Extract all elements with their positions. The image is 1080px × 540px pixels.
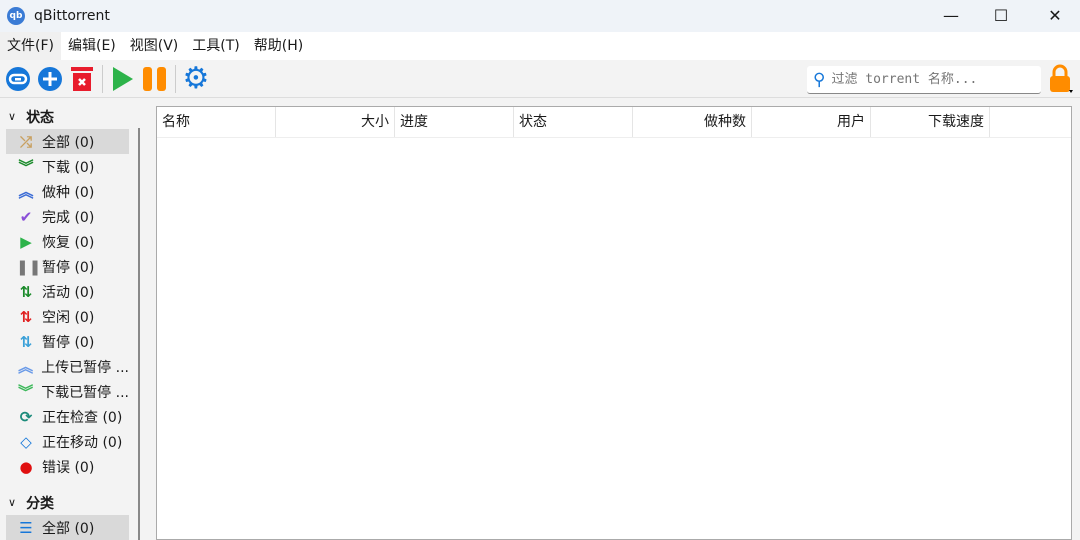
column-peers[interactable]: 用户: [752, 107, 871, 137]
sidebar-scrollbar[interactable]: [138, 128, 140, 540]
minimize-button[interactable]: —: [926, 0, 976, 30]
add-link-button[interactable]: [2, 63, 34, 95]
search-input[interactable]: [831, 72, 1032, 87]
pause-icon: ❚❚: [16, 257, 42, 276]
column-status[interactable]: 状态: [514, 107, 633, 137]
sidebar-item-label: 全部 (0): [42, 134, 95, 151]
sidebar-item[interactable]: ● 错误 (0): [6, 454, 129, 479]
column-size[interactable]: 大小: [276, 107, 395, 137]
search-box[interactable]: ⚲: [807, 66, 1041, 94]
sidebar-item-label: 空闲 (0): [42, 309, 95, 326]
delete-button[interactable]: [66, 63, 98, 95]
sidebar-item[interactable]: ◇ 正在移动 (0): [6, 429, 129, 454]
section-title: 状态: [26, 109, 55, 126]
sidebar-item[interactable]: ⟳ 正在检查 (0): [6, 404, 129, 429]
list-icon: ☰: [19, 518, 33, 537]
sidebar-item-label: 做种 (0): [42, 184, 95, 201]
up-down-arrows-icon: ⇅: [19, 307, 33, 326]
double-chevron-up-icon: ︽: [18, 183, 34, 201]
sidebar-item-label: 下载 (0): [42, 159, 95, 176]
play-icon: ▶: [20, 232, 32, 251]
column-seeds[interactable]: 做种数: [633, 107, 752, 137]
check-icon: ✔: [19, 207, 33, 226]
category-section-header[interactable]: ∨ 分类: [0, 490, 140, 515]
column-download-speed[interactable]: 下载速度: [871, 107, 990, 137]
resume-button[interactable]: [107, 63, 139, 95]
sidebar-item-label: 错误 (0): [42, 459, 95, 476]
sidebar-item[interactable]: ︾ 下载 (0): [6, 154, 129, 179]
up-down-arrows-icon: ⇅: [19, 282, 33, 301]
sidebar-item-label: 正在检查 (0): [42, 409, 123, 426]
torrent-list[interactable]: 名称 大小 进度 状态 做种数 用户 下载速度 上传: [156, 106, 1072, 540]
sidebar-item[interactable]: ⇅ 活动 (0): [6, 279, 129, 304]
menu-tools[interactable]: 工具(T): [185, 32, 246, 60]
window-title: qBittorrent: [34, 8, 110, 24]
pause-icon: [143, 66, 166, 91]
gear-icon: ⚙: [182, 61, 210, 96]
double-chevron-down-icon: ︾: [18, 158, 34, 176]
sidebar-item[interactable]: ▶ 恢复 (0): [6, 229, 129, 254]
menu-bar: 文件(F) 编辑(E) 视图(V) 工具(T) 帮助(H): [0, 32, 1080, 60]
maximize-button[interactable]: ☐: [976, 0, 1026, 30]
table-header: 名称 大小 进度 状态 做种数 用户 下载速度 上传: [157, 107, 1071, 138]
plus-icon: [38, 66, 62, 91]
chevron-down-icon: ∨: [8, 110, 17, 123]
column-upload-speed[interactable]: 上传: [990, 107, 1071, 137]
app-icon: qb: [7, 7, 25, 25]
sidebar-item-label: 正在移动 (0): [42, 434, 123, 451]
double-chevron-down-icon: ︾: [18, 383, 34, 401]
status-section-header[interactable]: ∨ 状态: [0, 104, 140, 129]
section-title: 分类: [26, 495, 55, 512]
sidebar-item-label: 下载已暂停 ...: [41, 384, 129, 401]
menu-help[interactable]: 帮助(H): [247, 32, 310, 60]
sidebar: ∨ 状态 ⤮ 全部 (0) ︾ 下载 (0) ︽ 做种 (0) ✔ 完成 (0) ▶ 恢复 (0) ❚…: [0, 104, 140, 540]
sidebar-item-label: 暂停 (0): [42, 259, 95, 276]
menu-view[interactable]: 视图(V): [123, 32, 186, 60]
double-chevron-up-icon: ︽: [18, 358, 34, 376]
lock-button[interactable]: [1048, 64, 1074, 94]
sidebar-item[interactable]: ︽ 上传已暂停 ...: [6, 354, 129, 379]
add-torrent-button[interactable]: [34, 63, 66, 95]
toolbar-separator: [102, 64, 103, 93]
close-button[interactable]: ✕: [1030, 0, 1080, 30]
sidebar-item-label: 活动 (0): [42, 284, 95, 301]
title-bar: qb qBittorrent — ☐ ✕: [0, 0, 1080, 32]
sidebar-item-label: 完成 (0): [42, 209, 95, 226]
sidebar-item[interactable]: ❚❚ 暂停 (0): [6, 254, 129, 279]
sidebar-item[interactable]: ⤮ 全部 (0): [6, 129, 129, 154]
crosshair-icon: ◇: [20, 432, 32, 451]
sidebar-item[interactable]: ☰ 全部 (0): [6, 515, 129, 540]
sidebar-item-label: 全部 (0): [42, 520, 95, 537]
sidebar-item-label: 暂停 (0): [42, 334, 95, 351]
sidebar-item-label: 恢复 (0): [42, 234, 95, 251]
shuffle-icon: ⤮: [19, 132, 32, 151]
sidebar-item[interactable]: ︾ 下载已暂停 ...: [6, 379, 129, 404]
column-progress[interactable]: 进度: [395, 107, 514, 137]
options-button[interactable]: ⚙: [180, 61, 212, 96]
menu-file[interactable]: 文件(F): [0, 32, 61, 60]
link-icon: [6, 66, 30, 91]
play-icon: [113, 66, 133, 91]
sidebar-item[interactable]: ⇅ 空闲 (0): [6, 304, 129, 329]
sidebar-item[interactable]: ✔ 完成 (0): [6, 204, 129, 229]
lock-icon: [1050, 64, 1073, 93]
search-icon: ⚲: [813, 69, 826, 90]
refresh-icon: ⟳: [19, 407, 33, 426]
error-icon: ●: [19, 457, 33, 476]
trash-icon: [71, 66, 93, 91]
pause-button[interactable]: [139, 63, 171, 95]
toolbar-separator: [175, 64, 176, 93]
column-name[interactable]: 名称: [157, 107, 276, 137]
menu-edit[interactable]: 编辑(E): [61, 32, 123, 60]
chevron-down-icon: ∨: [8, 496, 17, 509]
sidebar-item[interactable]: ︽ 做种 (0): [6, 179, 129, 204]
up-down-arrows-icon: ⇅: [19, 332, 33, 351]
sidebar-item-label: 上传已暂停 ...: [41, 359, 129, 376]
sidebar-item[interactable]: ⇅ 暂停 (0): [6, 329, 129, 354]
